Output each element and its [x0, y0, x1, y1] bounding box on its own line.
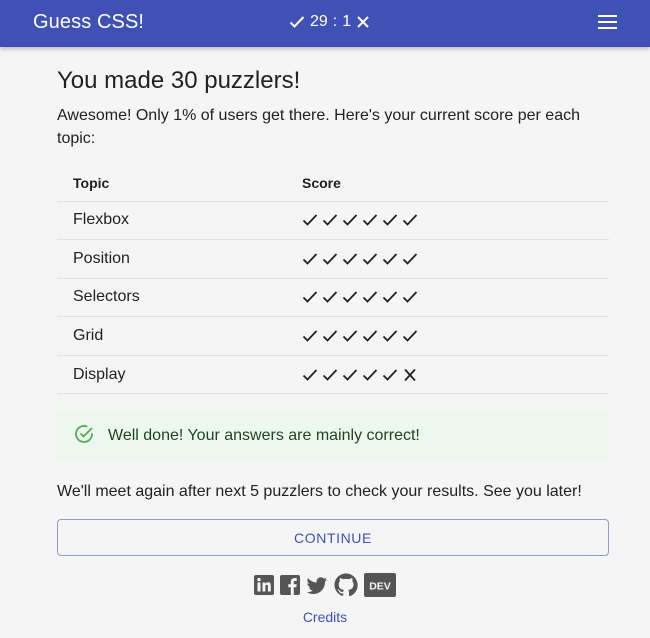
check-icon [362, 290, 378, 304]
score-counter: 29 : 1 [289, 13, 370, 31]
topic-cell: Flexbox [57, 201, 302, 241]
topic-cell: Selectors [57, 278, 302, 318]
check-icon [382, 329, 398, 343]
score-separator: : [332, 13, 338, 30]
wrong-count: 1 [342, 13, 352, 30]
table-row: Grid [57, 316, 609, 356]
check-icon [382, 368, 398, 382]
check-icon [402, 213, 418, 227]
column-header-topic: Topic [57, 165, 302, 202]
twitter-icon[interactable] [306, 575, 328, 600]
check-icon [362, 252, 378, 266]
page-title: You made 30 puzzlers! [57, 67, 301, 94]
facebook-icon[interactable] [280, 575, 300, 600]
check-icon [342, 368, 358, 382]
check-icon [362, 213, 378, 227]
score-marks [302, 213, 609, 227]
column-header-score: Score [302, 165, 609, 202]
table-row: Flexbox [57, 201, 609, 241]
score-cell [302, 355, 609, 395]
check-icon [322, 290, 338, 304]
topic-cell: Grid [57, 316, 302, 356]
table-header-row: Topic Score [57, 165, 609, 202]
check-icon [382, 213, 398, 227]
dev-icon[interactable]: DEV [364, 573, 396, 602]
check-icon [362, 329, 378, 343]
check-icon [402, 290, 418, 304]
check-icon [322, 213, 338, 227]
check-icon [302, 368, 318, 382]
app-bar: Guess CSS! 29 : 1 [0, 0, 650, 47]
menu-icon[interactable] [598, 14, 620, 32]
footer: DEV Credits [0, 573, 650, 625]
score-cell [302, 316, 609, 356]
score-cell [302, 239, 609, 279]
topic-cell: Position [57, 239, 302, 279]
close-icon [356, 15, 370, 29]
check-icon [342, 329, 358, 343]
check-icon [342, 252, 358, 266]
check-icon [302, 213, 318, 227]
check-circle-icon [74, 424, 108, 449]
score-cell [302, 201, 609, 241]
check-icon [302, 252, 318, 266]
check-icon [289, 15, 305, 29]
table-row: Position [57, 239, 609, 279]
intro-text: Awesome! Only 1% of users get there. Her… [57, 107, 580, 147]
score-marks [302, 368, 609, 382]
check-icon [342, 213, 358, 227]
success-alert: Well done! Your answers are mainly corre… [57, 410, 609, 463]
topic-cell: Display [57, 355, 302, 395]
check-icon [322, 252, 338, 266]
check-icon [302, 329, 318, 343]
outro-text: We'll meet again after next 5 puzzlers t… [57, 483, 582, 501]
score-cell [302, 278, 609, 318]
check-icon [402, 252, 418, 266]
score-table: Topic Score Flexbox Position Selectors Grid… [57, 165, 609, 395]
check-icon [402, 329, 418, 343]
credits-link[interactable]: Credits [303, 609, 347, 625]
score-marks [302, 290, 609, 304]
cross-icon [402, 368, 418, 382]
github-icon[interactable] [334, 573, 358, 602]
check-icon [382, 290, 398, 304]
check-icon [342, 290, 358, 304]
check-icon [322, 368, 338, 382]
check-icon [302, 290, 318, 304]
table-row: Display [57, 355, 609, 395]
dev-label: DEV [369, 581, 391, 593]
alert-text: Well done! Your answers are mainly corre… [108, 427, 420, 445]
score-marks [302, 329, 609, 343]
social-links: DEV [254, 573, 396, 602]
correct-count: 29 [310, 13, 328, 30]
linkedin-icon[interactable] [254, 575, 274, 600]
app-title[interactable]: Guess CSS! [33, 11, 144, 34]
score-marks [302, 252, 609, 266]
continue-button[interactable]: CONTINUE [57, 519, 609, 557]
check-icon [382, 252, 398, 266]
check-icon [362, 368, 378, 382]
table-row: Selectors [57, 278, 609, 318]
results-panel: You made 30 puzzlers! Awesome! Only 1% o… [57, 66, 609, 557]
check-icon [322, 329, 338, 343]
